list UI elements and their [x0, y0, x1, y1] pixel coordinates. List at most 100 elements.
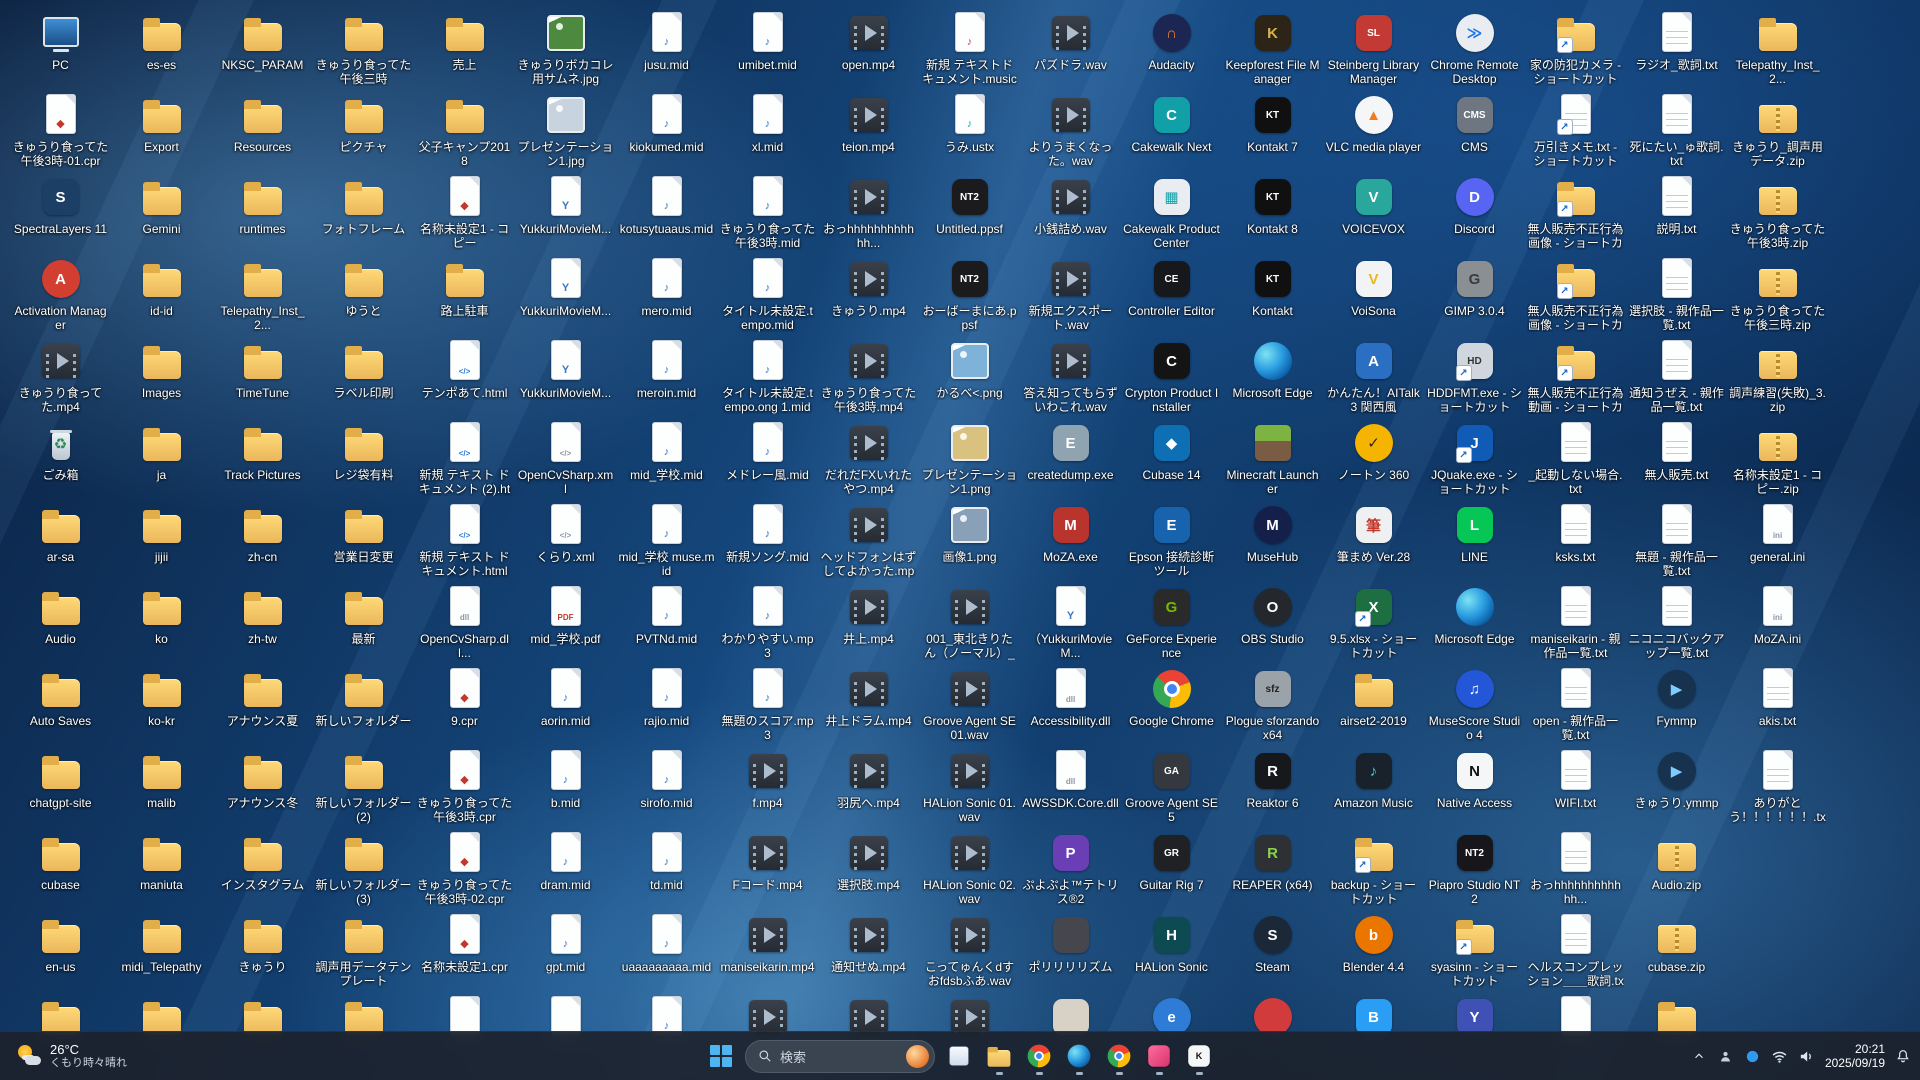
desktop-icon[interactable]: かるべ<.png	[919, 334, 1020, 416]
tray-blue-app-icon[interactable]	[1744, 1047, 1762, 1065]
desktop-icon[interactable]: JJQuake.exe - ショートカット	[1424, 416, 1525, 498]
desktop-icon[interactable]: ピクチャ	[313, 88, 414, 170]
desktop-icon[interactable]: おっhhhhhhhhhhhh...	[1525, 826, 1626, 908]
desktop-icon[interactable]: MMoZA.exe	[1020, 498, 1121, 580]
desktop-icon[interactable]: SSpectraLayers 11	[10, 170, 111, 252]
desktop-icon[interactable]: ♪Amazon Music	[1323, 744, 1424, 826]
desktop-icon[interactable]: Auto Saves	[10, 662, 111, 744]
desktop-icon[interactable]: Audio.zip	[1626, 826, 1727, 908]
desktop-icon[interactable]: Telepathy_Inst_2...	[212, 252, 313, 334]
desktop-icon[interactable]: akis.txt	[1727, 662, 1828, 744]
desktop-icon[interactable]: ♪sirofo.mid	[616, 744, 717, 826]
desktop-icon[interactable]: ♪rajio.mid	[616, 662, 717, 744]
desktop-icon[interactable]: 井上ドラム.mp4	[818, 662, 919, 744]
desktop-icon[interactable]: 選択肢 - 親作品一覧.txt	[1626, 252, 1727, 334]
desktop-icon[interactable]: ♪gpt.mid	[515, 908, 616, 990]
desktop-icon[interactable]: 最新	[313, 580, 414, 662]
desktop-icon[interactable]: PC	[10, 6, 111, 88]
tray-person-icon[interactable]	[1717, 1047, 1735, 1065]
desktop-icon[interactable]: ♪タイトル未設定.tempo.ong 1.mid	[717, 334, 818, 416]
desktop-icon[interactable]: jijii	[111, 498, 212, 580]
desktop-icon[interactable]: GGeForce Experience	[1121, 580, 1222, 662]
desktop-icon[interactable]: ♪xl.mid	[717, 88, 818, 170]
desktop-icon[interactable]: ♪mero.mid	[616, 252, 717, 334]
desktop-icon[interactable]: VVOICEVOX	[1323, 170, 1424, 252]
desktop-icon[interactable]: CMSCMS	[1424, 88, 1525, 170]
desktop-icon[interactable]: おっhhhhhhhhhhhh...	[818, 170, 919, 252]
desktop-icon[interactable]: Y（YukkuriMovieM...	[1020, 580, 1121, 662]
desktop-icon[interactable]: ko-kr	[111, 662, 212, 744]
desktop-icon[interactable]: CCrypton Product Installer	[1121, 334, 1222, 416]
desktop-icon[interactable]: es-es	[111, 6, 212, 88]
desktop-icon[interactable]: maniseikarin.mp4	[717, 908, 818, 990]
desktop-icon[interactable]: RReaktor 6	[1222, 744, 1323, 826]
desktop-icon[interactable]: Gemini	[111, 170, 212, 252]
start-button[interactable]	[701, 1034, 741, 1078]
desktop-icon[interactable]: 画像1.png	[919, 498, 1020, 580]
desktop-icon[interactable]: X9.5.xlsx - ショートカット	[1323, 580, 1424, 662]
taskbar-music-app-button[interactable]	[1139, 1034, 1179, 1078]
desktop-icon[interactable]: KKeepforest File Manager	[1222, 6, 1323, 88]
desktop-icon[interactable]: GRGuitar Rig 7	[1121, 826, 1222, 908]
desktop-icon[interactable]: ▲VLC media player	[1323, 88, 1424, 170]
desktop-icon[interactable]: dllAccessibility.dll	[1020, 662, 1121, 744]
desktop-icon[interactable]: Groove Agent SE 01.wav	[919, 662, 1020, 744]
desktop-icon[interactable]: ♪メドレー風.mid	[717, 416, 818, 498]
desktop-icon[interactable]: </>OpenCvSharp.xml	[515, 416, 616, 498]
desktop-icon[interactable]: </>テンポあて.html	[414, 334, 515, 416]
desktop-icon[interactable]: teion.mp4	[818, 88, 919, 170]
desktop-icon[interactable]: 死にたい_ゅ歌詞.txt	[1626, 88, 1727, 170]
desktop-icon[interactable]: dllOpenCvSharp.dll...	[414, 580, 515, 662]
desktop-icon[interactable]: 無人販売不正行為画像 - ショートカツ...	[1525, 170, 1626, 252]
taskbar-file-explorer-button[interactable]	[979, 1034, 1019, 1078]
desktop-icon[interactable]: AActivation Manager	[10, 252, 111, 334]
desktop-icon[interactable]: bBlender 4.4	[1323, 908, 1424, 990]
desktop-icon[interactable]: maniuta	[111, 826, 212, 908]
desktop-icon[interactable]: だれだFXいれたやつ.mp4	[818, 416, 919, 498]
desktop-icon[interactable]: 家の防犯カメラ - ショートカット	[1525, 6, 1626, 88]
desktop-icon[interactable]: ◆Cubase 14	[1121, 416, 1222, 498]
desktop-icon[interactable]: ar-sa	[10, 498, 111, 580]
desktop-icon[interactable]: きゅうり食ってた午後三時	[313, 6, 414, 88]
desktop-icon[interactable]: ♪PVTNd.mid	[616, 580, 717, 662]
desktop-icon[interactable]: chatgpt-site	[10, 744, 111, 826]
desktop-icon[interactable]: ◆きゅうり食ってた午後3時.cpr	[414, 744, 515, 826]
desktop-icon[interactable]: 説明.txt	[1626, 170, 1727, 252]
desktop-icon[interactable]: ◆きゅうり食ってた午後3時-01.cpr	[10, 88, 111, 170]
desktop-icon[interactable]: ◆名称未設定1 - コピー	[414, 170, 515, 252]
desktop-icon[interactable]: TimeTune	[212, 334, 313, 416]
desktop-icon[interactable]: WIFI.txt	[1525, 744, 1626, 826]
desktop-icon[interactable]: </>新規 テキスト ドキュメント (2).html	[414, 416, 515, 498]
weather-widget[interactable]: 26°C くもり時々晴れ	[6, 1032, 137, 1080]
desktop-icon[interactable]: ja	[111, 416, 212, 498]
desktop-icon[interactable]: きゅうり食ってた午後3時.mp4	[818, 334, 919, 416]
desktop-icon[interactable]: ♪新規 テキストドキュメント.musicxml	[919, 6, 1020, 88]
desktop-icon[interactable]: NNative Access	[1424, 744, 1525, 826]
desktop-icon[interactable]: CCakewalk Next	[1121, 88, 1222, 170]
desktop-icon[interactable]: VVoiSona	[1323, 252, 1424, 334]
desktop-icon[interactable]: ♪新規ソング.mid	[717, 498, 818, 580]
desktop-icon[interactable]: ヘッドフォンはずしてよかった.mp4	[818, 498, 919, 580]
desktop-icon[interactable]: ヘルスコンプレッション＿＿歌詞.txt	[1525, 908, 1626, 990]
taskbar-google-chrome-button[interactable]	[1019, 1034, 1059, 1078]
desktop-icon[interactable]: ♪mid_学校 muse.mid	[616, 498, 717, 580]
desktop-icon[interactable]: 通知せぬ.mp4	[818, 908, 919, 990]
desktop-icon[interactable]: ♪kotusytuaaus.mid	[616, 170, 717, 252]
desktop-icon[interactable]: ≫Chrome Remote Desktop	[1424, 6, 1525, 88]
desktop-icon[interactable]: HDHDDFMT.exe - ショートカット	[1424, 334, 1525, 416]
desktop-icon[interactable]: Track Pictures	[212, 416, 313, 498]
desktop-icon[interactable]: SLSteinberg Library Manager	[1323, 6, 1424, 88]
desktop-icon[interactable]: ポリリリリズム	[1020, 908, 1121, 990]
desktop-icon[interactable]: きゅうりボカコレ用サムネ.jpg	[515, 6, 616, 88]
desktop-icon[interactable]: MMuseHub	[1222, 498, 1323, 580]
desktop-icon[interactable]: iniMoZA.ini	[1727, 580, 1828, 662]
desktop-icon[interactable]: 無題 - 親作品一覧.txt	[1626, 498, 1727, 580]
desktop-icon[interactable]: backup - ショートカット	[1323, 826, 1424, 908]
desktop-icon[interactable]: 通知うぜえ - 親作品一覧.txt	[1626, 334, 1727, 416]
desktop-icon[interactable]: ニコニコバックアップ一覧.txt	[1626, 580, 1727, 662]
desktop-icon[interactable]: 新しいフォルダー (3)	[313, 826, 414, 908]
desktop-icon[interactable]: ∩Audacity	[1121, 6, 1222, 88]
desktop-icon[interactable]: KTKontakt 8	[1222, 170, 1323, 252]
desktop-icon[interactable]: ラジオ_歌詞.txt	[1626, 6, 1727, 88]
desktop-icon[interactable]: KTKontakt 7	[1222, 88, 1323, 170]
